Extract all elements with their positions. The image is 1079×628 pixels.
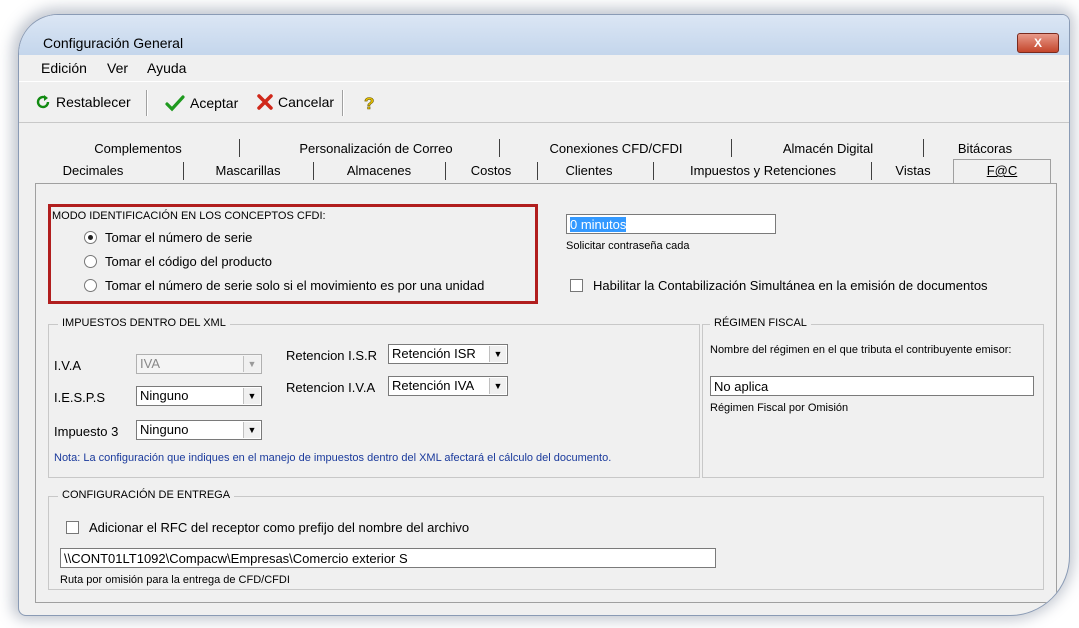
tab-bitacoras[interactable]: Bitácoras: [925, 139, 1045, 159]
tab-complementos[interactable]: Complementos: [43, 139, 233, 159]
tab-mascarillas[interactable]: Mascarillas: [185, 161, 311, 181]
refresh-icon: [36, 95, 50, 109]
tab-vistas[interactable]: Vistas: [873, 161, 953, 181]
checkmark-icon: [165, 95, 185, 112]
regimen-input[interactable]: No aplica: [710, 376, 1034, 396]
dropdown-arrow-icon: ▼: [243, 422, 260, 438]
tab-divider: [923, 139, 924, 157]
toolbar-separator: [146, 90, 148, 116]
impuestos-note: Nota: La configuración que indiques en e…: [54, 452, 612, 464]
tab-divider: [653, 162, 654, 180]
regimen-group-title: RÉGIMEN FISCAL: [710, 317, 811, 329]
iva-select[interactable]: IVA ▼: [136, 354, 262, 374]
menu-ayuda[interactable]: Ayuda: [147, 60, 186, 76]
tab-divider: [537, 162, 538, 180]
entrega-group-title: CONFIGURACIÓN DE ENTREGA: [58, 489, 235, 501]
checkbox[interactable]: [570, 279, 583, 292]
tab-divider: [183, 162, 184, 180]
question-icon: ?: [364, 94, 375, 112]
cancel-button[interactable]: Cancelar: [257, 94, 334, 110]
accept-label: Aceptar: [190, 95, 239, 111]
tab-divider: [499, 139, 500, 157]
tab-clientes[interactable]: Clientes: [539, 161, 639, 181]
tab-fac-active[interactable]: F@C: [953, 159, 1051, 184]
impuesto3-value: Ninguno: [140, 422, 189, 437]
tab-decimales[interactable]: Decimales: [43, 161, 143, 181]
ret-isr-value: Retención ISR: [392, 346, 476, 361]
tab-divider: [313, 162, 314, 180]
iva-value: IVA: [140, 356, 160, 371]
checkbox[interactable]: [66, 521, 79, 534]
x-icon: [257, 94, 273, 110]
reset-label: Restablecer: [56, 94, 131, 110]
tab-impuestos-retenciones[interactable]: Impuestos y Retenciones: [655, 161, 871, 181]
reset-button[interactable]: Restablecer: [35, 94, 131, 110]
tab-divider: [731, 139, 732, 157]
tab-divider: [871, 162, 872, 180]
svg-text:?: ?: [364, 94, 374, 112]
window-title: Configuración General: [43, 35, 184, 51]
tab-divider: [445, 162, 446, 180]
radio-button-selected[interactable]: [84, 231, 97, 244]
regimen-caption: Régimen Fiscal por Omisión: [710, 402, 849, 414]
password-interval-label: Solicitar contraseña cada: [566, 240, 690, 252]
modo-identificacion-title: MODO IDENTIFICACIÓN EN LOS CONCEPTOS CFD…: [52, 210, 326, 222]
accept-button[interactable]: Aceptar: [165, 94, 238, 112]
close-button[interactable]: X: [1017, 33, 1059, 53]
radio-serie-unidad[interactable]: Tomar el número de serie solo si el movi…: [84, 278, 484, 293]
impuesto3-label: Impuesto 3: [54, 424, 119, 439]
tab-divider: [239, 139, 240, 157]
radio-label: Tomar el número de serie: [105, 230, 253, 245]
ret-iva-select[interactable]: Retención IVA ▼: [388, 376, 508, 396]
regimen-prompt: Nombre del régimen en el que tributa el …: [710, 344, 1012, 356]
ieps-select[interactable]: Ninguno ▼: [136, 386, 262, 406]
selected-text: 0 minutos: [570, 217, 627, 232]
radio-label: Tomar el número de serie solo si el movi…: [105, 278, 485, 293]
tab-costos[interactable]: Costos: [447, 161, 535, 181]
toolbar-separator: [342, 90, 344, 116]
ret-isr-select[interactable]: Retención ISR ▼: [388, 344, 508, 364]
iva-label: I.V.A: [54, 358, 81, 373]
checkbox-label: Habilitar la Contabilización Simultánea …: [593, 278, 988, 293]
radio-button[interactable]: [84, 279, 97, 292]
tab-almacenes[interactable]: Almacenes: [315, 161, 443, 181]
ret-iva-value: Retención IVA: [392, 378, 475, 393]
ruta-entrega-input[interactable]: \\CONT01LT1092\Compacw\Empresas\Comercio…: [60, 548, 716, 568]
menu-ver[interactable]: Ver: [107, 60, 128, 76]
dropdown-arrow-icon: ▼: [489, 346, 506, 362]
help-button[interactable]: ?: [363, 94, 377, 112]
ret-isr-label: Retencion I.S.R: [286, 348, 378, 363]
dropdown-arrow-icon: ▼: [489, 378, 506, 394]
tab-panel: MODO IDENTIFICACIÓN EN LOS CONCEPTOS CFD…: [35, 183, 1057, 603]
ieps-label: I.E.S.P.S: [54, 390, 106, 405]
radio-button[interactable]: [84, 255, 97, 268]
toolbar: Restablecer Aceptar Cancelar ?: [19, 81, 1069, 123]
menu-edicion[interactable]: Edición: [41, 60, 87, 76]
rfc-prefix-checkbox[interactable]: Adicionar el RFC del receptor como prefi…: [66, 520, 469, 535]
ret-iva-label: Retencion I.V.A: [286, 380, 376, 395]
tab-conexiones[interactable]: Conexiones CFD/CFDI: [501, 139, 731, 159]
radio-codigo-producto[interactable]: Tomar el código del producto: [84, 254, 272, 269]
impuesto3-select[interactable]: Ninguno ▼: [136, 420, 262, 440]
ieps-value: Ninguno: [140, 388, 189, 403]
tab-almacen-digital[interactable]: Almacén Digital: [733, 139, 923, 159]
radio-numero-serie[interactable]: Tomar el número de serie: [84, 230, 252, 245]
config-window: Configuración General X Edición Ver Ayud…: [18, 14, 1070, 616]
tab-strip: Complementos Personalización de Correo C…: [35, 135, 1055, 184]
dropdown-arrow-icon: ▼: [243, 388, 260, 404]
dropdown-arrow-icon: ▼: [243, 356, 260, 372]
checkbox-label: Adicionar el RFC del receptor como prefi…: [89, 520, 470, 535]
radio-label: Tomar el código del producto: [105, 254, 272, 269]
cancel-label: Cancelar: [278, 94, 335, 110]
contabilizacion-checkbox[interactable]: Habilitar la Contabilización Simultánea …: [570, 278, 988, 293]
password-interval-input[interactable]: 0 minutos: [566, 214, 776, 234]
ruta-entrega-caption: Ruta por omisión para la entrega de CFD/…: [60, 574, 290, 586]
impuestos-group-title: IMPUESTOS DENTRO DEL XML: [58, 317, 230, 329]
title-bar[interactable]: Configuración General X: [19, 15, 1069, 55]
menu-bar: Edición Ver Ayuda: [19, 55, 1069, 79]
tab-personalizacion-correo[interactable]: Personalización de Correo: [241, 139, 511, 159]
